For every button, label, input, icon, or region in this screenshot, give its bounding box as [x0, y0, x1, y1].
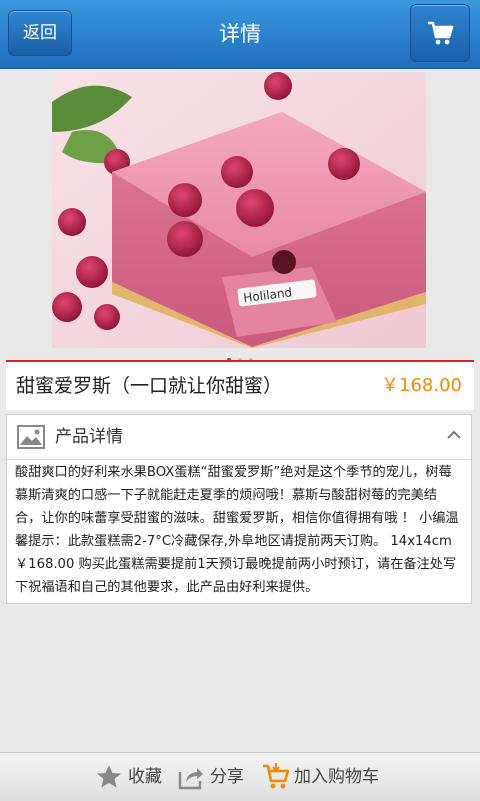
add-to-cart-label: 加入购物车: [294, 767, 379, 787]
details-header[interactable]: 产品详情: [7, 415, 471, 460]
product-price: ￥168.00: [381, 375, 462, 396]
star-icon: [97, 765, 121, 788]
cake-photo: Holiland: [52, 72, 426, 348]
cart-icon: [428, 21, 454, 45]
share-label: 分享: [210, 767, 244, 787]
favorite-label: 收藏: [128, 767, 162, 787]
product-details-panel: 产品详情 酸甜爽口的好利来水果BOX蛋糕“甜蜜爱罗斯”绝对是这个季节的宠儿，树莓…: [6, 414, 472, 604]
bottom-action-bar: 收藏 分享 加入购物车: [0, 752, 480, 801]
share-icon: [178, 768, 203, 790]
product-name: 甜蜜爱罗斯（一口就让你甜蜜）: [16, 375, 283, 397]
carousel-indicator: [0, 349, 480, 362]
cart-button[interactable]: [410, 4, 470, 62]
favorite-button[interactable]: 收藏: [96, 753, 166, 801]
add-to-cart-button[interactable]: 加入购物车: [262, 753, 392, 801]
product-image[interactable]: Holiland: [52, 72, 426, 348]
product-summary: 甜蜜爱罗斯（一口就让你甜蜜） ￥168.00: [6, 360, 474, 410]
chevron-up-icon[interactable]: [447, 430, 461, 440]
picture-icon: [17, 425, 45, 449]
page-title: 详情: [219, 22, 261, 46]
top-bar: 返回 详情: [0, 0, 480, 69]
add-cart-icon: [263, 763, 290, 789]
details-description: 酸甜爽口的好利来水果BOX蛋糕“甜蜜爱罗斯”绝对是这个季节的宠儿，树莓慕斯清爽的…: [15, 465, 459, 595]
details-title: 产品详情: [55, 427, 123, 447]
share-button[interactable]: 分享: [178, 753, 248, 801]
back-button[interactable]: 返回: [8, 10, 72, 56]
